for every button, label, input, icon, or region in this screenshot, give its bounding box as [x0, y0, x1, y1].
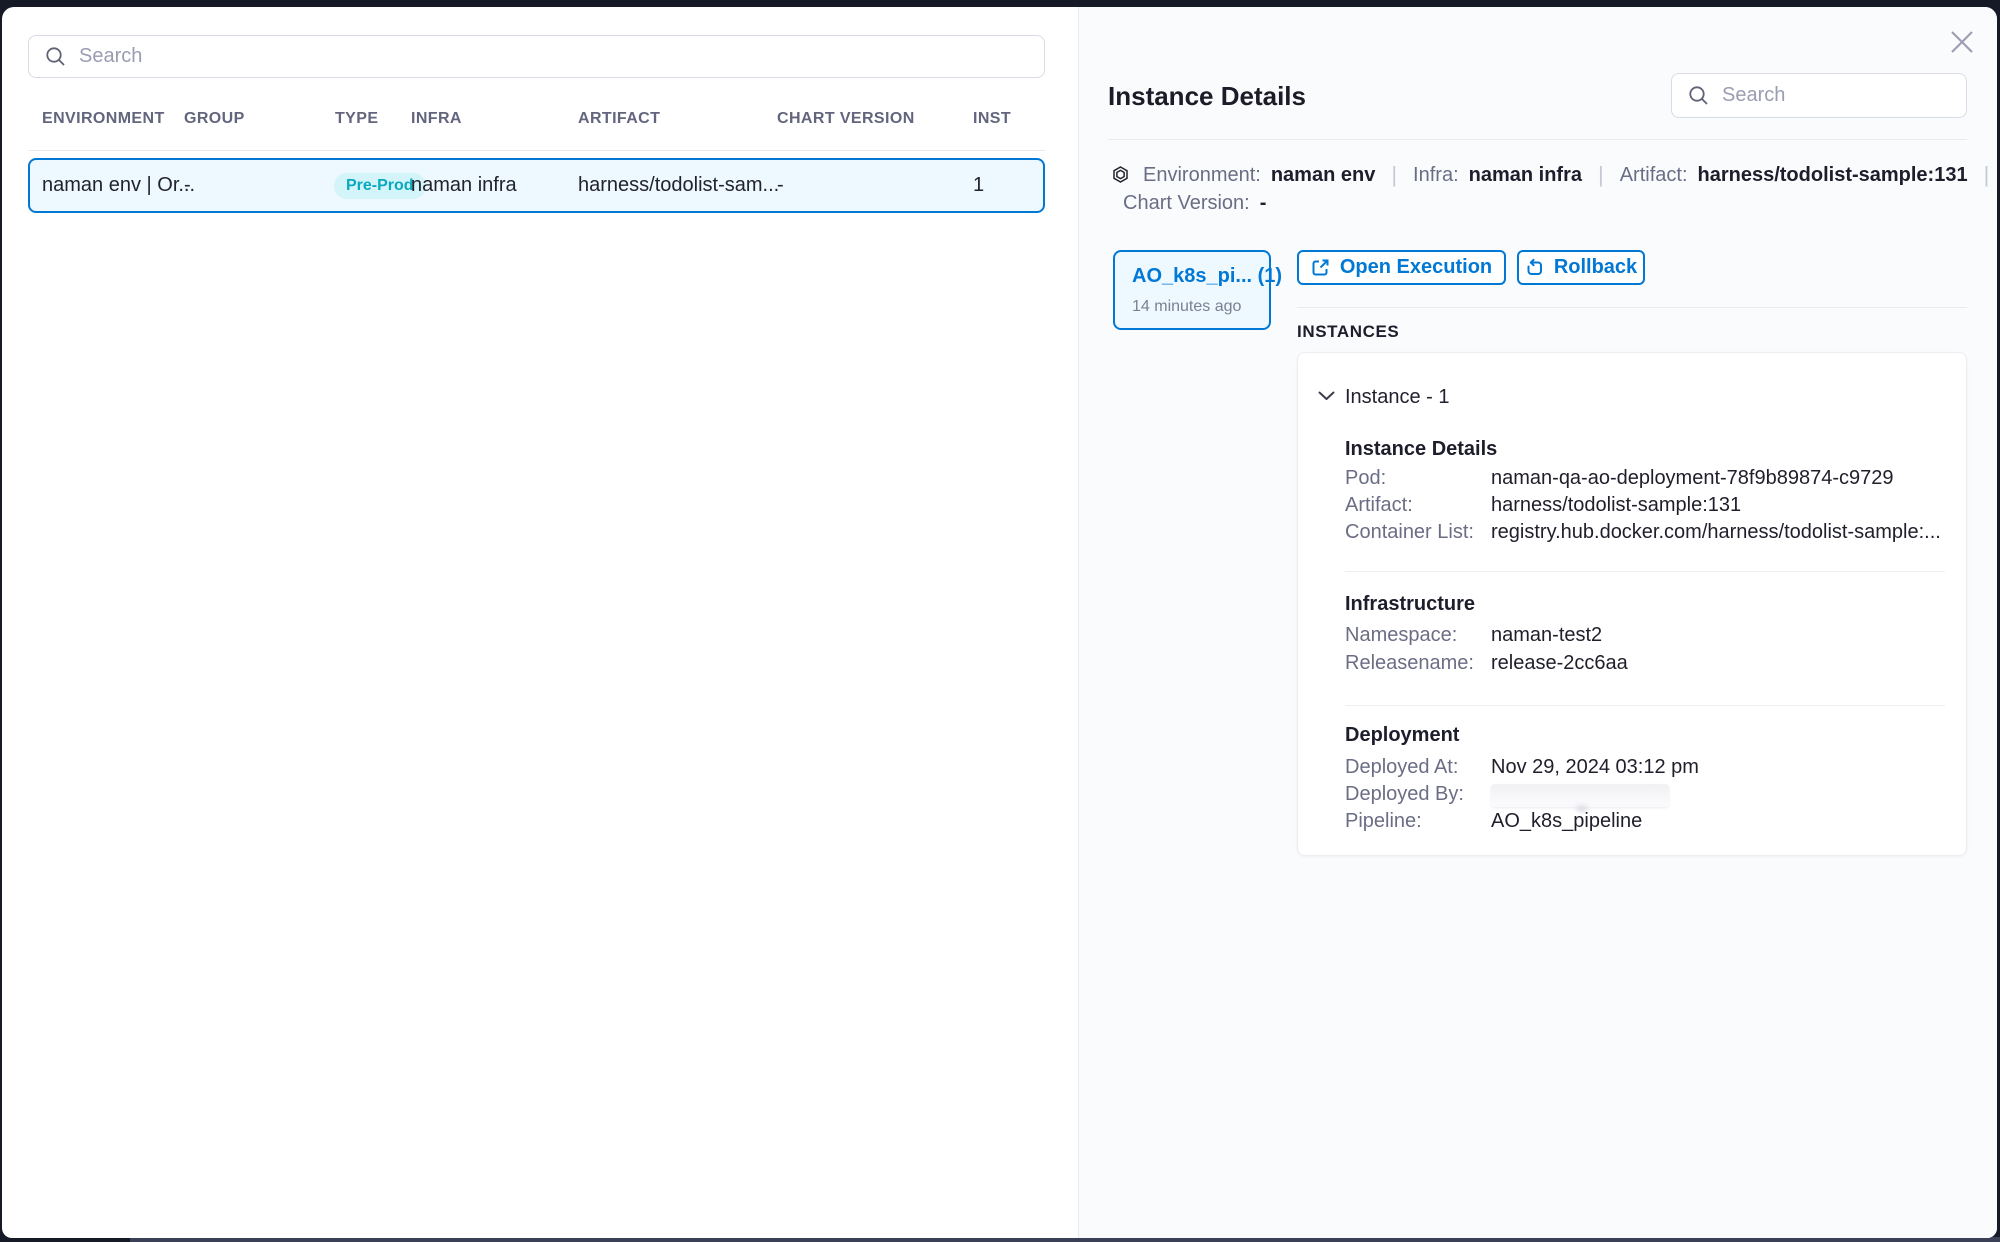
- artifact-value: harness/todolist-sample:131: [1491, 494, 1741, 517]
- close-icon[interactable]: [1946, 26, 1978, 58]
- deployed-at-label: Deployed At:: [1345, 756, 1458, 779]
- artifact-label: Artifact:: [1345, 494, 1413, 517]
- environment-label: Environment:: [1143, 164, 1261, 187]
- deployed-by-redacted-value: [1491, 784, 1669, 807]
- divider: [1345, 571, 1945, 572]
- row-chart-version: -: [777, 160, 784, 211]
- separator: |: [1984, 162, 1990, 188]
- rollback-label: Rollback: [1554, 256, 1637, 279]
- search-input[interactable]: [79, 45, 1028, 68]
- chart-version-label: Chart Version:: [1123, 192, 1250, 215]
- deployed-by-label: Deployed By:: [1345, 783, 1464, 806]
- pipeline-card-title: AO_k8s_pi... (1): [1132, 265, 1269, 288]
- search-icon: [45, 46, 66, 67]
- rollback-button[interactable]: Rollback: [1517, 250, 1645, 285]
- col-header-inst: INST: [973, 110, 1011, 128]
- pod-label: Pod:: [1345, 467, 1386, 490]
- search-input[interactable]: [1722, 84, 1987, 107]
- open-execution-label: Open Execution: [1340, 256, 1492, 279]
- chart-version-value: -: [1260, 192, 1267, 215]
- rollback-icon: [1525, 258, 1544, 277]
- namespace-value: naman-test2: [1491, 624, 1602, 647]
- panel-title: Instance Details: [1108, 81, 1306, 112]
- divider: [1345, 705, 1945, 706]
- summary-line-1: Environment: naman env | Infra: naman in…: [1143, 163, 2000, 187]
- instance-details-heading: Instance Details: [1345, 438, 1497, 461]
- col-header-group: GROUP: [184, 110, 245, 128]
- infra-value: naman infra: [1469, 164, 1582, 187]
- instances-search[interactable]: [1671, 73, 1967, 118]
- chevron-down-icon[interactable]: [1317, 389, 1336, 403]
- table-header-divider: [28, 150, 1045, 151]
- instances-heading: INSTANCES: [1297, 322, 1399, 342]
- namespace-label: Namespace:: [1345, 624, 1457, 647]
- releasename-value: release-2cc6aa: [1491, 652, 1628, 675]
- row-group: -: [184, 160, 191, 211]
- separator: |: [1598, 162, 1604, 188]
- summary-line-2: Chart Version: -: [1123, 191, 1266, 215]
- col-header-type: TYPE: [335, 110, 378, 128]
- deployed-at-value: Nov 29, 2024 03:12 pm: [1491, 756, 1699, 779]
- environments-search[interactable]: [28, 35, 1045, 78]
- artifact-value: harness/todolist-sample:131: [1698, 164, 1968, 187]
- panel-header-divider: [1108, 139, 1967, 140]
- environment-value: naman env: [1271, 164, 1375, 187]
- environment-icon: [1112, 166, 1129, 183]
- instance-card: Instance - 1 Instance Details Pod: naman…: [1297, 352, 1967, 856]
- pipeline-execution-card[interactable]: AO_k8s_pi... (1) 14 minutes ago: [1113, 250, 1271, 330]
- pipeline-card-time: 14 minutes ago: [1132, 298, 1269, 316]
- col-header-artifact: ARTIFACT: [578, 110, 660, 128]
- row-artifact: harness/todolist-sam...: [578, 160, 779, 211]
- pod-value: naman-qa-ao-deployment-78f9b89874-c9729: [1491, 467, 1894, 490]
- search-icon: [1688, 85, 1709, 106]
- col-header-environment: ENVIRONMENT: [42, 110, 165, 128]
- col-header-chart-version: CHART VERSION: [777, 110, 915, 128]
- pipeline-label: Pipeline:: [1345, 810, 1422, 833]
- col-header-infra: INFRA: [411, 110, 462, 128]
- pipeline-value: AO_k8s_pipeline: [1491, 810, 1642, 833]
- instance-title[interactable]: Instance - 1: [1345, 386, 1450, 409]
- row-inst: 1: [973, 160, 984, 211]
- container-list-label: Container List:: [1345, 521, 1474, 544]
- artifact-label: Artifact:: [1620, 164, 1688, 187]
- releasename-label: Releasename:: [1345, 652, 1474, 675]
- instances-section-divider: [1297, 307, 1967, 308]
- infra-label: Infra:: [1413, 164, 1459, 187]
- open-execution-button[interactable]: Open Execution: [1297, 250, 1506, 285]
- external-link-icon: [1311, 258, 1330, 277]
- row-environment: naman env | Or...: [42, 160, 195, 211]
- container-list-value: registry.hub.docker.com/harness/todolist…: [1491, 521, 1941, 544]
- table-row[interactable]: naman env | Or... - Pre-Prod naman infra…: [28, 158, 1045, 213]
- infrastructure-heading: Infrastructure: [1345, 593, 1475, 616]
- separator: |: [1391, 162, 1397, 188]
- deployment-heading: Deployment: [1345, 724, 1459, 747]
- row-infra: naman infra: [411, 160, 517, 211]
